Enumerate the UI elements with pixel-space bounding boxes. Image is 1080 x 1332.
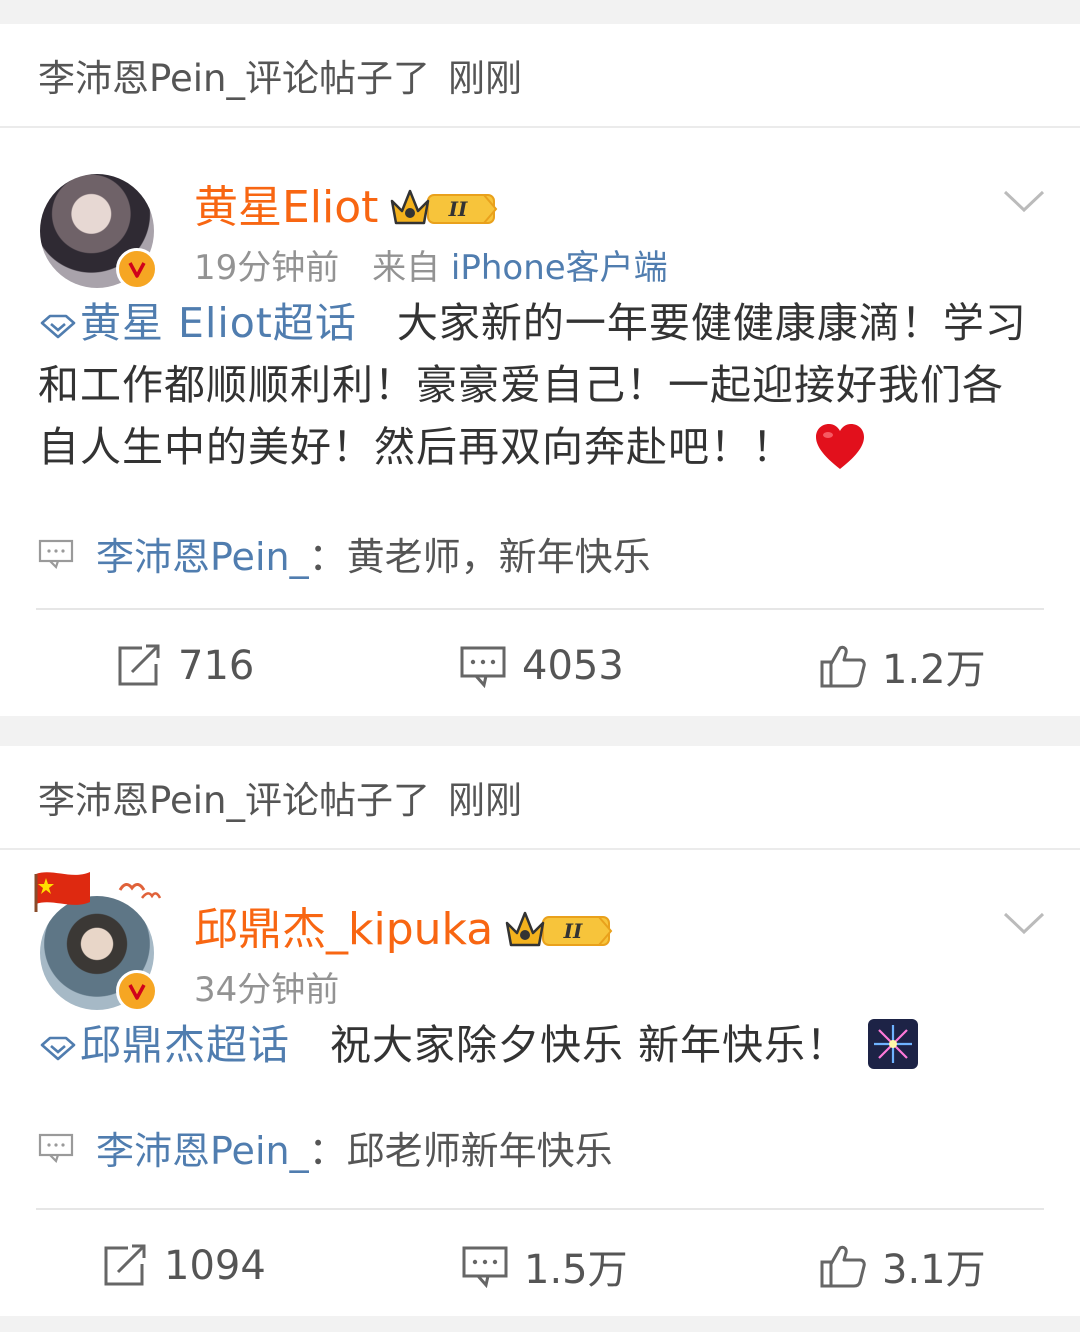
name-row: 黄星Eliot II bbox=[194, 180, 500, 236]
comment-user[interactable]: 李沛恩Pein_ bbox=[96, 526, 309, 581]
username[interactable]: 黄星Eliot bbox=[194, 180, 378, 236]
feed-card: 李沛恩Pein_评论帖子了 刚刚 邱鼎杰_kipuka II 34分钟前 邱鼎杰… bbox=[0, 746, 1080, 1316]
birds-icon bbox=[118, 883, 162, 899]
post-meta: 34分钟前 bbox=[194, 968, 339, 1012]
source-label: 来自 bbox=[372, 248, 441, 288]
comment-count: 1.5万 bbox=[524, 1247, 628, 1293]
activity-header: 李沛恩Pein_评论帖子了 刚刚 bbox=[0, 24, 1080, 128]
repost-count: 716 bbox=[178, 643, 255, 689]
thumbs-up-icon bbox=[820, 645, 866, 688]
comment-row[interactable]: 李沛恩Pein_ ：黄老师，新年快乐 bbox=[0, 526, 1080, 581]
activity-time: 刚刚 bbox=[448, 57, 522, 100]
avatar[interactable] bbox=[40, 174, 158, 290]
post-source[interactable]: iPhone客户端 bbox=[451, 248, 668, 288]
name-row: 邱鼎杰_kipuka II bbox=[194, 902, 615, 958]
comment-button[interactable]: 4053 bbox=[460, 643, 624, 689]
red-heart-icon bbox=[814, 423, 866, 488]
comment-count: 4053 bbox=[522, 643, 624, 689]
level-label: II bbox=[448, 197, 468, 221]
post-header: 邱鼎杰_kipuka II 34分钟前 bbox=[0, 850, 1080, 1022]
chevron-down-icon[interactable] bbox=[1002, 186, 1046, 216]
chevron-down-icon[interactable] bbox=[1002, 908, 1046, 938]
fireworks-icon bbox=[868, 1019, 919, 1086]
comment-button[interactable]: 1.5万 bbox=[462, 1237, 628, 1295]
comment-small-icon bbox=[38, 539, 74, 569]
like-button[interactable]: 3.1万 bbox=[820, 1237, 986, 1295]
comment-user[interactable]: 李沛恩Pein_ bbox=[96, 1120, 309, 1175]
username[interactable]: 邱鼎杰_kipuka bbox=[194, 902, 493, 958]
comment-small-icon bbox=[38, 1133, 74, 1163]
repost-button[interactable]: 1094 bbox=[102, 1243, 266, 1289]
post-meta: 19分钟前 来自 iPhone客户端 bbox=[194, 246, 668, 290]
post-time: 19分钟前 bbox=[194, 248, 340, 288]
comment-row[interactable]: 李沛恩Pein_ ：邱老师新年快乐 bbox=[0, 1120, 1080, 1175]
repost-count: 1094 bbox=[164, 1243, 266, 1289]
verified-badge-icon bbox=[116, 970, 158, 1012]
crown-level-icon: II bbox=[391, 189, 498, 225]
level-label: II bbox=[563, 919, 583, 943]
feed-card: 李沛恩Pein_评论帖子了 刚刚 黄星Eliot II 19分钟前 来自 iPh… bbox=[0, 24, 1080, 716]
china-flag-icon bbox=[34, 872, 90, 912]
like-count: 1.2万 bbox=[882, 647, 986, 693]
repost-icon bbox=[104, 1244, 146, 1286]
activity-text: 李沛恩Pein_评论帖子了 bbox=[38, 57, 430, 100]
crown-level-icon: II bbox=[505, 911, 613, 947]
repost-icon bbox=[118, 644, 160, 686]
diamond-icon bbox=[40, 314, 76, 339]
comment-icon bbox=[462, 1246, 508, 1288]
action-bar: 716 4053 1.2万 bbox=[0, 616, 1080, 716]
activity-time: 刚刚 bbox=[448, 779, 522, 822]
post-content: 邱鼎杰超话 祝大家除夕快乐 新年快乐！ bbox=[0, 1014, 1080, 1086]
divider bbox=[36, 1208, 1044, 1210]
super-topic-label: 邱鼎杰超话 bbox=[80, 1021, 290, 1069]
post-content: 黄星 Eliot超话 大家新的一年要健健康康滴！学习和工作都顺顺利利！豪豪爱自己！… bbox=[0, 292, 1080, 488]
thumbs-up-icon bbox=[820, 1245, 866, 1288]
comment-icon bbox=[460, 646, 506, 688]
action-bar: 1094 1.5万 3.1万 bbox=[0, 1216, 1080, 1316]
divider bbox=[36, 608, 1044, 610]
activity-text: 李沛恩Pein_评论帖子了 bbox=[38, 779, 430, 822]
super-topic-link[interactable]: 邱鼎杰超话 bbox=[38, 1021, 290, 1069]
post-time: 34分钟前 bbox=[194, 970, 340, 1010]
super-topic-link[interactable]: 黄星 Eliot超话 bbox=[38, 299, 357, 347]
post-body: 祝大家除夕快乐 新年快乐！ bbox=[330, 1021, 849, 1069]
like-button[interactable]: 1.2万 bbox=[820, 637, 986, 695]
activity-header: 李沛恩Pein_评论帖子了 刚刚 bbox=[0, 746, 1080, 850]
diamond-icon bbox=[40, 1036, 76, 1061]
like-count: 3.1万 bbox=[882, 1247, 986, 1293]
repost-button[interactable]: 716 bbox=[116, 643, 254, 689]
comment-text: ：邱老师新年快乐 bbox=[308, 1129, 613, 1173]
super-topic-label: 黄星 Eliot超话 bbox=[80, 299, 357, 347]
avatar[interactable] bbox=[34, 872, 162, 1012]
post-header: 黄星Eliot II 19分钟前 来自 iPhone客户端 bbox=[0, 128, 1080, 300]
comment-text: ：黄老师，新年快乐 bbox=[308, 535, 651, 579]
verified-badge-icon bbox=[116, 248, 158, 290]
